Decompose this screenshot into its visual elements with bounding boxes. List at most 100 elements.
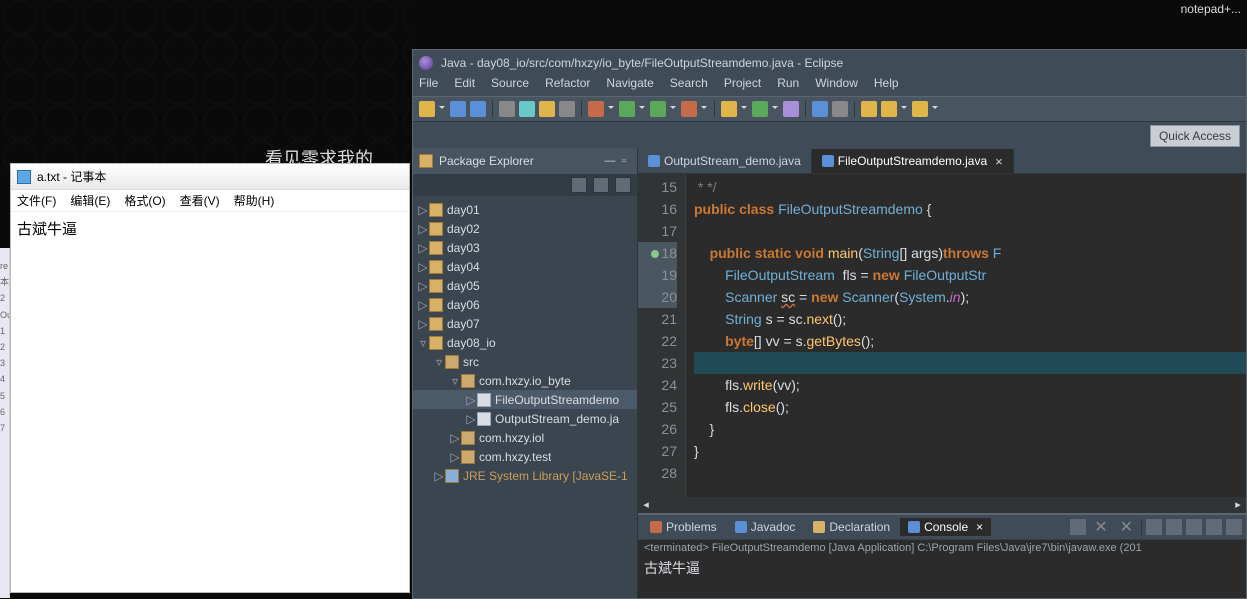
expand-icon[interactable]: ▷ xyxy=(417,317,429,331)
tree-item[interactable]: ▷ OutputStream_demo.ja xyxy=(413,409,637,428)
code-line[interactable]: fls.close(); xyxy=(694,396,1246,418)
expand-icon[interactable]: ▿ xyxy=(417,336,429,350)
tree-item[interactable]: ▷ JRE System Library [JavaSE-1 xyxy=(413,466,637,485)
gutter-line[interactable]: 24 xyxy=(638,374,677,396)
gutter-line[interactable]: 20 xyxy=(638,286,677,308)
expand-icon[interactable]: ▿ xyxy=(433,355,445,369)
tree-item[interactable]: ▿ com.hxzy.io_byte xyxy=(413,371,637,390)
editor-tabs[interactable]: OutputStream_demo.java FileOutputStreamd… xyxy=(638,148,1246,174)
eclipse-menu-item[interactable]: Project xyxy=(724,76,761,96)
tree-item[interactable]: ▿ day08_io xyxy=(413,333,637,352)
bottom-tab-javadoc[interactable]: Javadoc xyxy=(727,518,804,536)
remove-terminated-icon[interactable]: ✕ xyxy=(1090,517,1111,537)
code-line[interactable]: * */ xyxy=(694,176,1246,198)
bottom-tab-console[interactable]: Console × xyxy=(900,518,991,536)
expand-icon[interactable]: ▿ xyxy=(449,374,461,388)
notepad-menu-item[interactable]: 帮助(H) xyxy=(234,192,275,209)
tree-item[interactable]: ▷ day07 xyxy=(413,314,637,333)
gutter-line[interactable]: 23 xyxy=(638,352,677,374)
eclipse-menu-item[interactable]: Navigate xyxy=(606,76,653,96)
expand-icon[interactable]: ▷ xyxy=(417,279,429,293)
package-tree[interactable]: ▷ day01 ▷ day02 ▷ day03 ▷ day04 ▷ day05 … xyxy=(413,196,637,598)
gutter-line[interactable]: 19 xyxy=(638,264,677,286)
notepad-menubar[interactable]: 文件(F)编辑(E)格式(O)查看(V)帮助(H) xyxy=(11,190,409,212)
console-btn[interactable] xyxy=(1186,519,1202,535)
notepad-menu-item[interactable]: 编辑(E) xyxy=(70,192,110,209)
view-menu-icon[interactable] xyxy=(615,177,631,193)
new-pkg-icon[interactable] xyxy=(721,101,737,117)
notepad-menu-item[interactable]: 查看(V) xyxy=(180,192,220,209)
expand-icon[interactable]: ▷ xyxy=(449,450,461,464)
new-if-icon[interactable] xyxy=(783,101,799,117)
tree-item[interactable]: ▷ day02 xyxy=(413,219,637,238)
console-btn[interactable] xyxy=(1206,519,1222,535)
expand-icon[interactable]: ▷ xyxy=(417,203,429,217)
tree-item[interactable]: ▷ day06 xyxy=(413,295,637,314)
remove-all-icon[interactable]: ✕ xyxy=(1116,517,1137,537)
gutter-line[interactable]: 28 xyxy=(638,462,677,484)
close-icon[interactable]: × xyxy=(976,520,983,534)
code-line[interactable] xyxy=(694,462,1246,484)
minimize-icon[interactable]: — xyxy=(603,154,617,168)
tool-icon[interactable] xyxy=(832,101,848,117)
gutter-line[interactable]: 27 xyxy=(638,440,677,462)
code-line[interactable]: Scanner sc = new Scanner(System.in); xyxy=(694,286,1246,308)
run-icon[interactable] xyxy=(619,101,635,117)
code-line[interactable]: FileOutputStream fls = new FileOutputStr xyxy=(694,264,1246,286)
expand-icon[interactable]: ▷ xyxy=(417,260,429,274)
code-line[interactable]: } xyxy=(694,418,1246,440)
tree-item[interactable]: ▷ day05 xyxy=(413,276,637,295)
expand-icon[interactable]: ▷ xyxy=(417,222,429,236)
eclipse-menu-item[interactable]: Window xyxy=(815,76,858,96)
eclipse-titlebar[interactable]: Java - day08_io/src/com/hxzy/io_byte/Fil… xyxy=(413,50,1246,76)
console-toolbar[interactable]: ✕ ✕ xyxy=(1070,517,1242,537)
expand-icon[interactable]: ▷ xyxy=(417,241,429,255)
fwd-icon[interactable] xyxy=(912,101,928,117)
code-line[interactable]: public static void main(String[] args)th… xyxy=(694,242,1246,264)
tree-item[interactable]: ▿ src xyxy=(413,352,637,371)
console-output[interactable]: 古斌牛逼 xyxy=(638,556,1246,598)
save-all-icon[interactable] xyxy=(470,101,486,117)
gutter-line[interactable]: 16 xyxy=(638,198,677,220)
tool-icon[interactable] xyxy=(519,101,535,117)
tree-item[interactable]: ▷ com.hxzy.iol xyxy=(413,428,637,447)
scroll-right-icon[interactable]: ▸ xyxy=(1230,498,1246,514)
eclipse-menu-item[interactable]: Help xyxy=(874,76,899,96)
gutter-line[interactable]: 15 xyxy=(638,176,677,198)
console-btn[interactable] xyxy=(1166,519,1182,535)
eclipse-menubar[interactable]: FileEditSourceRefactorNavigateSearchProj… xyxy=(413,76,1246,96)
expand-icon[interactable]: ▷ xyxy=(465,393,477,407)
gutter-line[interactable]: 25 xyxy=(638,396,677,418)
search-icon[interactable] xyxy=(812,101,828,117)
stop-icon[interactable] xyxy=(681,101,697,117)
gutter-line[interactable]: 18 xyxy=(638,242,677,264)
editor-tab[interactable]: FileOutputStreamdemo.java × xyxy=(812,149,1014,173)
tree-item[interactable]: ▷ day01 xyxy=(413,200,637,219)
expand-icon[interactable]: ▷ xyxy=(465,412,477,426)
code-editor[interactable]: 1516171819202122232425262728 * */public … xyxy=(638,174,1246,497)
console-btn[interactable] xyxy=(1070,519,1086,535)
eclipse-menu-item[interactable]: Refactor xyxy=(545,76,590,96)
code-line[interactable] xyxy=(694,220,1246,242)
notepad-titlebar[interactable]: a.txt - 记事本 xyxy=(11,164,409,190)
tool-icon[interactable] xyxy=(539,101,555,117)
tree-item[interactable]: ▷ com.hxzy.test xyxy=(413,447,637,466)
notepad-menu-item[interactable]: 文件(F) xyxy=(17,192,56,209)
code-line[interactable]: byte[] vv = s.getBytes(); xyxy=(694,330,1246,352)
tree-item[interactable]: ▷ day04 xyxy=(413,257,637,276)
back-icon[interactable] xyxy=(881,101,897,117)
close-icon[interactable]: × xyxy=(995,154,1003,169)
code-line[interactable]: String s = sc.next(); xyxy=(694,308,1246,330)
bottom-tab-declaration[interactable]: Declaration xyxy=(805,518,898,536)
eclipse-menu-item[interactable]: Source xyxy=(491,76,529,96)
gutter-line[interactable]: 22 xyxy=(638,330,677,352)
expand-icon[interactable]: ▷ xyxy=(433,469,445,483)
tree-item[interactable]: ▷ day03 xyxy=(413,238,637,257)
gutter-line[interactable]: 21 xyxy=(638,308,677,330)
eclipse-toolbar[interactable] xyxy=(413,96,1246,122)
console-btn[interactable] xyxy=(1226,519,1242,535)
expand-icon[interactable]: ▷ xyxy=(449,431,461,445)
debug-icon[interactable] xyxy=(588,101,604,117)
eclipse-menu-item[interactable]: Edit xyxy=(454,76,475,96)
console-btn[interactable] xyxy=(1146,519,1162,535)
